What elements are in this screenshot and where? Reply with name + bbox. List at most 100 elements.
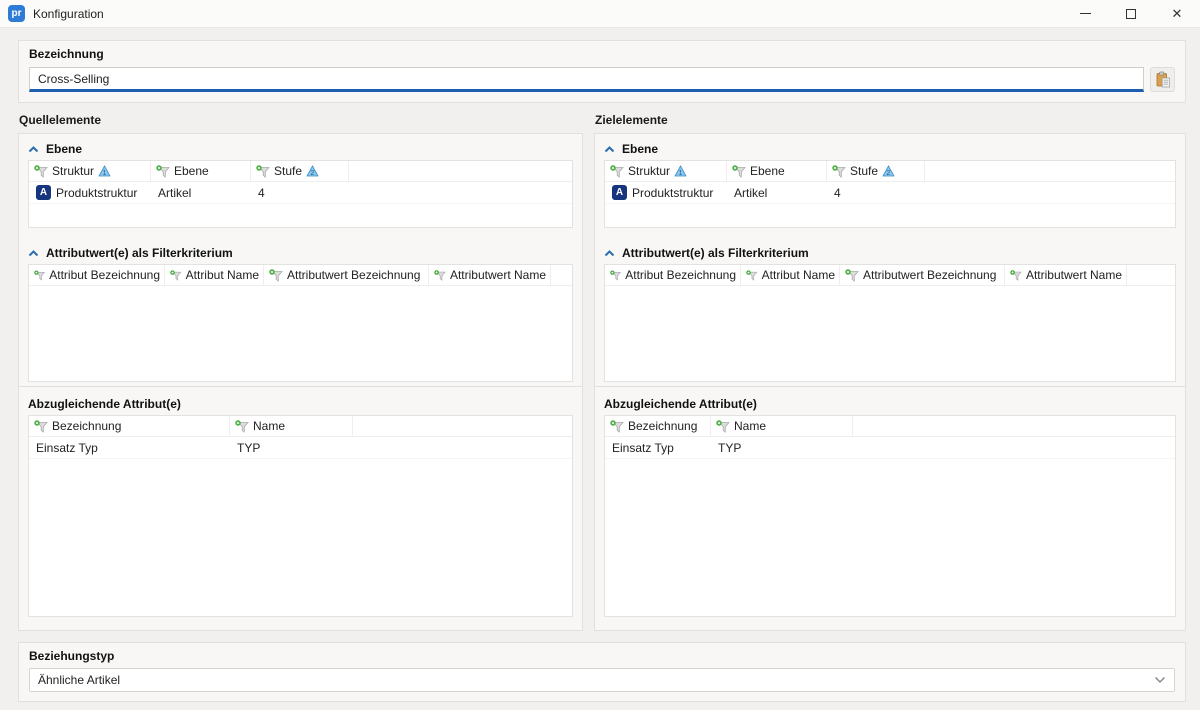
sort-asc-icon: 2 <box>882 165 895 177</box>
cell-text: Artikel <box>158 186 191 200</box>
structure-type-icon: A <box>612 185 627 200</box>
cell-text: Produktstruktur <box>632 186 713 200</box>
column-label: Bezeichnung <box>628 419 697 433</box>
app-icon: pr <box>8 5 25 22</box>
target-column: Zielelemente Ebene Struktur 1 <box>594 113 1186 631</box>
column-header-stufe[interactable]: Stufe 2 <box>827 161 925 181</box>
column-header-attributwert-bezeichnung[interactable]: Attributwert Bezeichnung <box>840 265 1005 285</box>
filter-icon <box>610 420 624 433</box>
minimize-icon <box>1080 13 1091 14</box>
cell-text: Produktstruktur <box>56 186 137 200</box>
target-groupbox: Ebene Struktur 1 Ebene <box>594 133 1186 631</box>
column-header-attribut-name[interactable]: Attribut Name <box>741 265 840 285</box>
window-title: Konfiguration <box>33 7 104 21</box>
filter-icon <box>34 165 48 178</box>
column-label: Attribut Bezeichnung <box>49 268 160 282</box>
column-header-ebene[interactable]: Ebene <box>151 161 251 181</box>
column-header-struktur[interactable]: Struktur 1 <box>29 161 151 181</box>
cell-text: Einsatz Typ <box>612 441 674 455</box>
column-header-attributwert-bezeichnung[interactable]: Attributwert Bezeichnung <box>264 265 429 285</box>
source-attributes-section-header: Abzugleichende Attribut(e) <box>28 393 573 415</box>
column-header-name[interactable]: Name <box>230 416 353 436</box>
filter-icon <box>34 269 45 282</box>
target-ebene-section-label: Ebene <box>622 142 658 156</box>
table-header-row: Struktur 1 Ebene Stufe <box>29 161 572 182</box>
target-filter-section-header[interactable]: Attributwert(e) als Filterkriterium <box>604 242 1176 264</box>
source-attributes-section-label: Abzugleichende Attribut(e) <box>28 397 181 411</box>
paste-button[interactable] <box>1150 67 1175 92</box>
table-row[interactable]: A Produktstruktur Artikel 4 <box>29 182 572 204</box>
table-row[interactable]: A Produktstruktur Artikel 4 <box>605 182 1175 204</box>
source-ebene-section-header[interactable]: Ebene <box>28 138 573 160</box>
table-header-row: Struktur 1 Ebene Stufe <box>605 161 1175 182</box>
column-label: Stufe <box>850 164 878 178</box>
titlebar: pr Konfiguration ✕ <box>0 0 1200 28</box>
filter-icon <box>256 165 270 178</box>
section-divider <box>595 386 1185 387</box>
table-header-row: Bezeichnung Name <box>29 416 572 437</box>
table-row[interactable]: Einsatz Typ TYP <box>605 437 1175 459</box>
sort-asc-icon: 1 <box>674 165 687 177</box>
minimize-button[interactable] <box>1062 0 1108 27</box>
column-header-attributwert-name[interactable]: Attributwert Name <box>1005 265 1127 285</box>
cell-text: 4 <box>258 186 265 200</box>
maximize-button[interactable] <box>1108 0 1154 27</box>
sort-asc-icon: 1 <box>98 165 111 177</box>
chevron-down-icon <box>1154 676 1166 684</box>
column-label: Attribut Bezeichnung <box>625 268 736 282</box>
column-label: Attribut Name <box>762 268 835 282</box>
sort-asc-icon: 2 <box>306 165 319 177</box>
ebene-cell: Artikel <box>727 186 827 200</box>
column-header-attributwert-name[interactable]: Attributwert Name <box>429 265 551 285</box>
beziehungstyp-select[interactable]: Ähnliche Artikel <box>29 668 1175 692</box>
close-icon: ✕ <box>1172 7 1183 20</box>
source-ebene-section-label: Ebene <box>46 142 82 156</box>
table-header-row: Attribut Bezeichnung Attribut Name Attri… <box>29 265 572 286</box>
column-label: Attributwert Bezeichnung <box>863 268 996 282</box>
column-label: Name <box>734 419 766 433</box>
cell-text: Artikel <box>734 186 767 200</box>
source-ebene-table: Struktur 1 Ebene Stufe <box>28 160 573 228</box>
target-ebene-section-header[interactable]: Ebene <box>604 138 1176 160</box>
bezeichnung-cell: Einsatz Typ <box>605 441 711 455</box>
column-header-attribut-bezeichnung[interactable]: Attribut Bezeichnung <box>29 265 165 285</box>
column-label: Attributwert Name <box>450 268 546 282</box>
target-attributes-section-label: Abzugleichende Attribut(e) <box>604 397 757 411</box>
table-row[interactable]: Einsatz Typ TYP <box>29 437 572 459</box>
section-divider <box>19 386 582 387</box>
column-label: Bezeichnung <box>52 419 121 433</box>
column-header-bezeichnung[interactable]: Bezeichnung <box>605 416 711 436</box>
cell-text: Einsatz Typ <box>36 441 98 455</box>
collapse-icon <box>604 145 615 154</box>
column-header-attribut-bezeichnung[interactable]: Attribut Bezeichnung <box>605 265 741 285</box>
cell-text: TYP <box>718 441 741 455</box>
source-column: Quellelemente Ebene Struktur 1 <box>18 113 583 631</box>
stufe-cell: 4 <box>251 186 349 200</box>
target-title: Zielelemente <box>595 113 1186 127</box>
column-header-attribut-name[interactable]: Attribut Name <box>165 265 264 285</box>
bezeichnung-input[interactable] <box>29 67 1144 92</box>
cell-text: TYP <box>237 441 260 455</box>
bezeichnung-cell: Einsatz Typ <box>29 441 230 455</box>
target-ebene-table: Struktur 1 Ebene Stufe <box>604 160 1176 228</box>
target-filter-table: Attribut Bezeichnung Attribut Name Attri… <box>604 264 1176 382</box>
column-header-bezeichnung[interactable]: Bezeichnung <box>29 416 230 436</box>
column-header-ebene[interactable]: Ebene <box>727 161 827 181</box>
column-header-struktur[interactable]: Struktur 1 <box>605 161 727 181</box>
source-filter-section-header[interactable]: Attributwert(e) als Filterkriterium <box>28 242 573 264</box>
structure-type-icon: A <box>36 185 51 200</box>
collapse-icon <box>28 249 39 258</box>
column-label: Stufe <box>274 164 302 178</box>
bezeichnung-groupbox: Bezeichnung <box>18 40 1186 103</box>
filter-icon <box>434 269 446 282</box>
column-label: Name <box>253 419 285 433</box>
struktur-cell: A Produktstruktur <box>29 185 151 200</box>
source-attributes-table: Bezeichnung Name Einsatz Typ TYP <box>28 415 573 617</box>
close-button[interactable]: ✕ <box>1154 0 1200 27</box>
filter-icon <box>34 420 48 433</box>
filter-icon <box>156 165 170 178</box>
column-header-name[interactable]: Name <box>711 416 853 436</box>
column-label: Attributwert Name <box>1026 268 1122 282</box>
source-filter-section-label: Attributwert(e) als Filterkriterium <box>46 246 233 260</box>
column-header-stufe[interactable]: Stufe 2 <box>251 161 349 181</box>
